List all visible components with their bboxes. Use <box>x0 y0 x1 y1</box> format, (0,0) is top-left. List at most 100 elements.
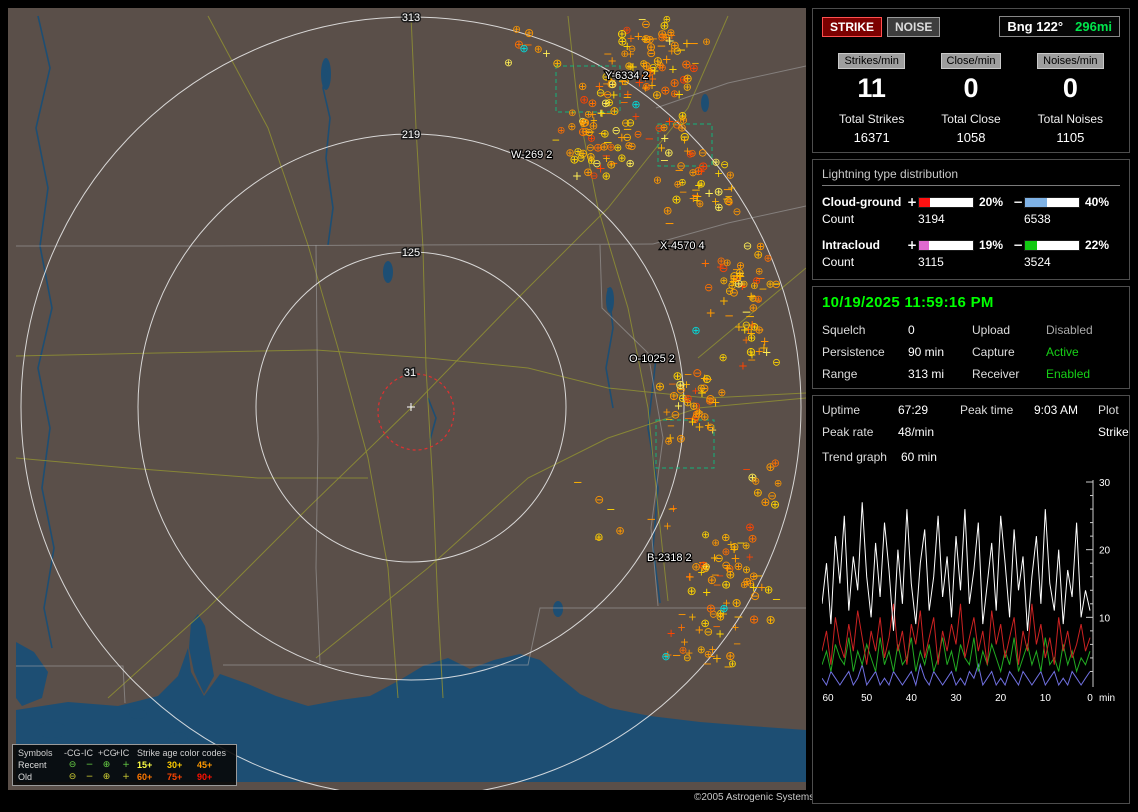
strike-symbol: ⊖ <box>704 281 713 294</box>
legend-col-pos-ic: +IC <box>115 748 130 758</box>
range-value: 313 mi <box>908 367 945 381</box>
strike-symbol: ⊖ <box>634 128 643 140</box>
ic-minus-bar-fill <box>1025 240 1037 250</box>
strike-symbol: ⊕ <box>677 120 687 134</box>
strike-symbol: ⊕ <box>666 27 675 39</box>
strike-symbol: ⊕ <box>714 201 723 214</box>
peak-time-value: 9:03 AM <box>1034 403 1079 417</box>
plus-sign: + <box>906 238 918 252</box>
lake <box>701 94 709 112</box>
strike-symbol: + <box>674 88 684 102</box>
strike-symbol: ⊕ <box>689 399 698 412</box>
lake <box>129 709 147 719</box>
trend-x-tick-label: 60 <box>822 693 834 704</box>
range-ring-label: 313 <box>402 12 420 24</box>
noises-per-min-label: Noises/min <box>1037 53 1104 69</box>
cloud-ground-count-row: Count 3194 6538 <box>822 212 1120 226</box>
strike-symbol: + <box>710 552 719 565</box>
nexstorm-window: 313 219 125 31 ⊕ ⊕ + ⊕ ⊕ ⊕ ⊕ + ⊕ − ⊕ ⊖ ⊕ ⊖ + + − + ⊕ ⊕ ⊕ + ⊕ ⊕ ⊕ ⊕ ⊕ ⊕ ⊖… <box>0 0 1138 812</box>
receiver-status: Enabled <box>1046 367 1091 381</box>
strike-symbol: ⊕ <box>673 180 681 191</box>
strike-symbol: ⊕ <box>578 80 587 93</box>
uptime-label: Uptime <box>822 403 861 417</box>
map-legend: Symbols -CG -IC +CG +IC Strike age color… <box>12 744 237 786</box>
strike-symbol: + <box>664 115 674 129</box>
strike-symbol: − <box>689 35 699 50</box>
strike-symbol: − <box>672 648 682 662</box>
range-ring-label: 125 <box>402 247 420 259</box>
legend-recent-label: Recent <box>18 760 47 770</box>
strike-symbol: − <box>724 309 734 323</box>
strike-symbol: ⊕ <box>756 240 765 253</box>
settings-grid: Squelch 0 Upload Disabled Persistence 90… <box>822 323 1120 381</box>
ic-plus-bar <box>918 239 974 251</box>
strike-symbol: ⊕ <box>745 520 755 534</box>
capture-status: Active <box>1046 345 1079 359</box>
strike-symbol: ⊖ <box>705 391 715 406</box>
cg-minus-bar <box>1024 196 1080 208</box>
intracloud-label: Intracloud <box>822 238 881 252</box>
strike-symbol: − <box>712 621 721 633</box>
age-15: 15+ <box>137 760 153 770</box>
station-label: B-2318 2 <box>647 552 692 564</box>
station-label: W-269 2 <box>511 149 552 161</box>
strike-toggle-button[interactable]: STRIKE <box>822 16 883 37</box>
strike-symbol: ⊕ <box>706 601 716 615</box>
old-neg-ic-icon: − <box>85 772 94 782</box>
recent-pos-ic-icon: + <box>122 760 130 770</box>
status-section: Uptime 67:29 Peak time 9:03 AM Plot Peak… <box>812 395 1130 804</box>
noises-column: Noises/min 0 Total Noises 1105 <box>1021 51 1120 145</box>
strike-symbol: ⊕ <box>625 157 634 170</box>
lake <box>383 261 393 283</box>
peak-rate-label: Peak rate <box>822 425 874 439</box>
noise-toggle-button[interactable]: NOISE <box>887 16 941 37</box>
strike-symbol: ⊕ <box>721 577 731 591</box>
lake <box>36 722 68 738</box>
strike-symbol: + <box>572 169 582 183</box>
strike-symbol: ⊖ <box>577 153 586 165</box>
strike-symbol: ⊕ <box>711 538 720 549</box>
strike-symbol: ⊕ <box>600 127 610 141</box>
range-ring-label: 31 <box>404 367 416 379</box>
strike-symbol: ⊖ <box>624 140 633 152</box>
strike-symbol: ⊖ <box>626 117 635 130</box>
strike-symbol: − <box>733 610 743 624</box>
trend-x-unit-label: min <box>1099 693 1115 704</box>
rates-section: STRIKE NOISE Bng 122° 296mi Strikes/min … <box>812 8 1130 153</box>
right-panel: STRIKE NOISE Bng 122° 296mi Strikes/min … <box>812 8 1130 804</box>
bearing-value: Bng 122° <box>1007 19 1064 34</box>
strike-symbol: − <box>678 608 687 621</box>
strike-symbol: ⊖ <box>628 44 636 55</box>
strike-symbol: ⊕ <box>719 351 728 364</box>
total-close-label: Total Close <box>941 112 1001 126</box>
trend-y-tick-label: 20 <box>1099 546 1111 557</box>
strike-symbol: − <box>667 421 675 432</box>
recent-pos-cg-icon: ⊕ <box>102 760 111 770</box>
total-noises-value: 1105 <box>1056 130 1085 145</box>
strike-symbol: + <box>731 622 739 633</box>
strike-symbol: ⊕ <box>755 324 764 337</box>
strike-symbol: ⊖ <box>692 411 701 424</box>
noise-symbol: ⊕ <box>661 650 670 663</box>
close-column: Close/min 0 Total Close 1058 <box>921 51 1020 145</box>
strike-symbol: ⊕ <box>676 432 686 446</box>
strike-symbol: − <box>668 379 677 391</box>
strike-symbol: ⊖ <box>742 318 751 331</box>
strike-symbol: ⊖ <box>676 160 685 173</box>
strike-symbol: ⊖ <box>612 124 621 137</box>
strike-symbol: + <box>697 166 706 178</box>
legend-col-neg-ic: -IC <box>81 748 93 758</box>
strike-symbol: ⊕ <box>504 57 513 69</box>
strike-symbol: + <box>666 627 675 640</box>
trend-x-tick-label: 20 <box>995 693 1007 704</box>
strike-symbol: − <box>646 512 656 526</box>
strike-symbol: ⊕ <box>579 92 589 106</box>
strike-symbol: + <box>542 47 551 60</box>
strike-symbol: ⊕ <box>726 169 735 182</box>
cg-plus-bar <box>918 196 974 208</box>
strike-symbol: ⊖ <box>721 558 731 572</box>
cloud-ground-row: Cloud-ground + 20% − 40% <box>822 195 1120 209</box>
map-canvas[interactable]: 31321912531⊕⊕+ ⊕⊕⊕⊕+⊕−⊕⊖⊕⊖++− +⊕⊕⊕+ ⊕⊕⊕⊕⊕ ⊕⊖… <box>8 8 806 790</box>
strike-symbol: ⊕ <box>689 167 698 179</box>
strike-symbol: ⊖ <box>692 366 702 380</box>
